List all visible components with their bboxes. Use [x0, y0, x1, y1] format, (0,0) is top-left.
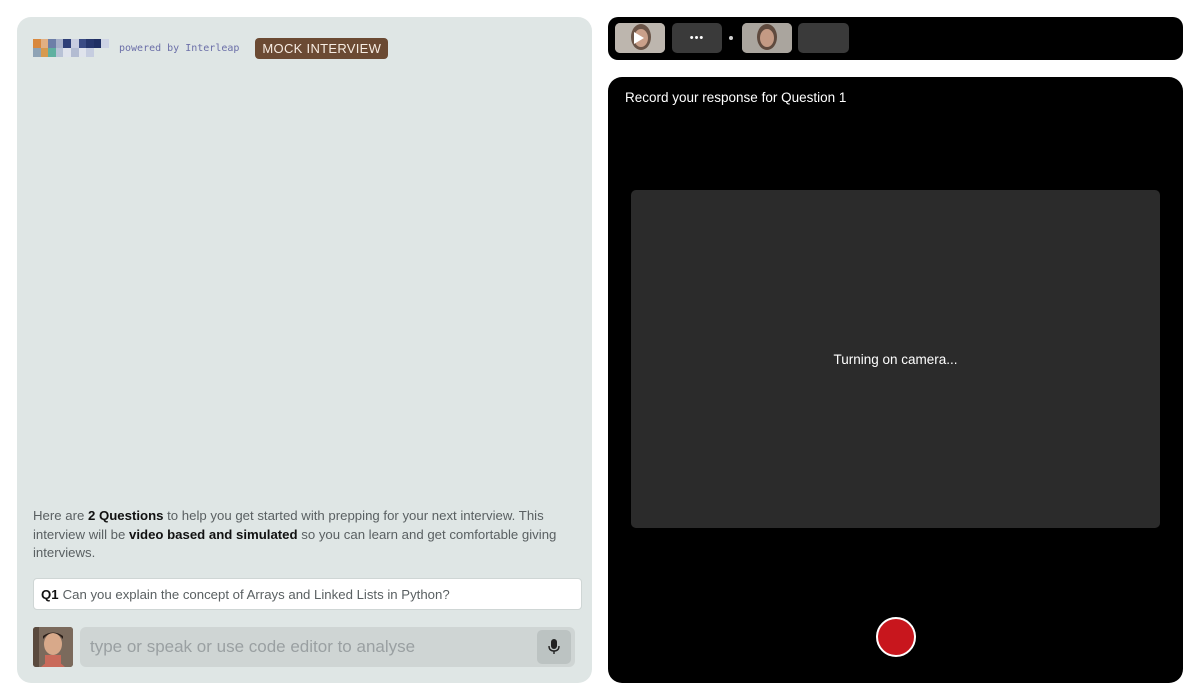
record-title: Record your response for Question 1 [625, 90, 847, 105]
record-panel: Record your response for Question 1 Turn… [608, 77, 1183, 683]
chat-panel: powered by Interleap MOCK INTERVIEW Here… [17, 17, 592, 683]
user-avatar [33, 627, 73, 667]
intro-text: Here are 2 Questions to help you get sta… [33, 508, 557, 560]
microphone-icon [548, 639, 560, 654]
response-input-row: type or speak or use code editor to anal… [33, 627, 575, 667]
camera-preview: Turning on camera... [631, 190, 1160, 528]
empty-thumbnail[interactable] [798, 23, 849, 53]
question-card: Q1 Can you explain the concept of Arrays… [33, 578, 582, 610]
response-input[interactable]: type or speak or use code editor to anal… [80, 627, 575, 667]
thumbnail-separator [729, 36, 733, 40]
video-thumbnail-1[interactable] [615, 23, 665, 53]
question-text: Can you explain the concept of Arrays an… [62, 586, 450, 602]
video-thumbnail-2[interactable] [742, 23, 792, 53]
question-number: Q1 [41, 586, 59, 602]
company-logo [33, 39, 109, 57]
camera-status: Turning on camera... [833, 351, 958, 367]
powered-by-label: powered by Interleap [119, 42, 240, 54]
mock-interview-badge: MOCK INTERVIEW [255, 37, 389, 59]
record-button[interactable] [876, 617, 916, 657]
play-icon [634, 32, 644, 44]
more-thumbnails-button[interactable]: ••• [672, 23, 722, 53]
question-thumbnail-bar: ••• [608, 17, 1183, 60]
brand-row: powered by Interleap MOCK INTERVIEW [33, 37, 389, 59]
more-icon: ••• [689, 32, 705, 44]
response-input-placeholder: type or speak or use code editor to anal… [90, 637, 416, 656]
microphone-button[interactable] [537, 630, 571, 664]
